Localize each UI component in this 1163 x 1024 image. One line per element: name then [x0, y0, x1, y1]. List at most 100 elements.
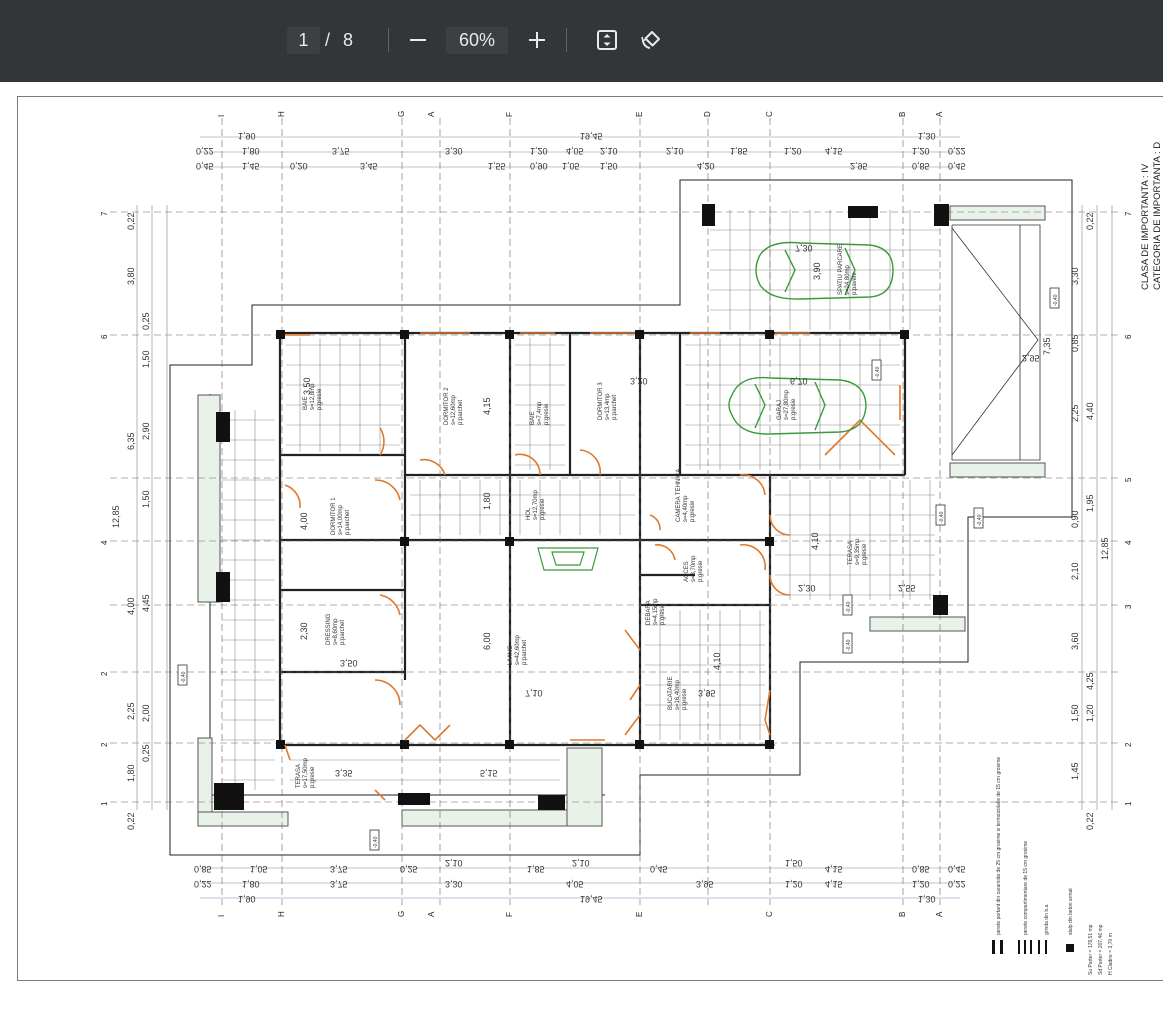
svg-text:p:parchet: p:parchet	[340, 620, 346, 645]
dim-label: 0,85	[194, 864, 212, 874]
svg-text:s=27,80mp: s=27,80mp	[784, 389, 790, 420]
svg-text:HOL: HOL	[526, 507, 532, 520]
dim-label: 4,10	[810, 532, 820, 550]
dim-label: 1,90	[238, 131, 256, 141]
dim-label: 2,55	[898, 583, 916, 593]
svg-text:p:pavele: p:pavele	[852, 272, 858, 295]
dim-label: 0,22	[194, 879, 212, 889]
axis-letters-bottom: I H G A F E C B A	[217, 911, 944, 917]
axis-label: F	[505, 112, 514, 117]
svg-text:s=13,4mp: s=13,4mp	[605, 393, 611, 420]
axis-label: B	[898, 912, 907, 917]
axis-label: I	[217, 115, 226, 117]
dim-label: 4,00	[299, 512, 309, 530]
room-label: ACCES s=3,70mp p:gresie	[684, 555, 704, 582]
room-label: HOL s=12,70mp p:gresie	[526, 489, 546, 520]
level-tag: -0,40	[373, 836, 379, 848]
dim-label: 1,20	[912, 879, 930, 889]
svg-text:s=42,60mp: s=42,60mp	[515, 634, 521, 665]
level-tag-labels: -0,40 -0,40 -0,40 -0,40 -0,40 -0,40 -0,4…	[181, 294, 1059, 848]
dim-label: 1,30	[918, 131, 936, 141]
dim-label: 0,90	[530, 161, 548, 171]
dim-label: 0,45	[948, 161, 966, 171]
dim-label: 0,22	[948, 879, 966, 889]
dim-label: 3,35	[335, 768, 353, 778]
dim-label: 0,22	[1085, 812, 1095, 830]
dim-label: 0,25	[400, 864, 418, 874]
legend-total: H Cladire = 3,70 m	[1108, 933, 1114, 975]
svg-text:s=4,40mp: s=4,40mp	[683, 495, 689, 522]
level-tag: -0,40	[846, 639, 852, 651]
svg-text:BAIE: BAIE	[303, 396, 309, 410]
axis-number: 2	[1124, 742, 1133, 747]
svg-text:p:parchet: p:parchet	[345, 510, 351, 535]
dim-label: 1,20	[785, 879, 803, 889]
dim-label: 2,90	[141, 422, 151, 440]
dim-label: 1,90	[238, 894, 256, 904]
dim-label: 7,30	[795, 243, 813, 253]
svg-text:GARAJ: GARAJ	[777, 400, 783, 420]
axis-number: 2	[100, 671, 109, 676]
legend-item: perete compartimentare de 15 cm grosime	[1023, 841, 1029, 935]
dim-label: 3,30	[445, 146, 463, 156]
room-label: DRESSING s=8,60mp p:parchet	[326, 613, 346, 645]
room-label: CAMERA TEHNICA s=4,40mp p:gresie	[676, 469, 696, 522]
axis-number: 1	[1124, 801, 1133, 806]
dim-label: 3,30	[445, 879, 463, 889]
dim-label: 0,22	[126, 812, 136, 830]
dim-label: 1,50	[1070, 704, 1080, 722]
axis-numbers-right: 7 6 5 4 3 2 1	[1124, 211, 1133, 806]
dim-label: 0,85	[912, 864, 930, 874]
dim-label: 4,15	[825, 864, 843, 874]
room-label: SPATIU PARCARE s=24,80mp p:pavele	[838, 244, 858, 295]
svg-text:DRESSING: DRESSING	[326, 613, 332, 645]
svg-text:TERASA: TERASA	[296, 764, 302, 788]
room-label: LIVING s=42,60mp p:parchet	[508, 634, 528, 665]
legend-total: Su Parter = 178,51 mp	[1088, 924, 1094, 975]
svg-text:s=8,60mp: s=8,60mp	[333, 618, 339, 645]
dim-label: 4,15	[825, 879, 843, 889]
svg-text:p:gresie: p:gresie	[698, 560, 704, 582]
axis-label: G	[397, 111, 406, 117]
svg-text:p:gresie: p:gresie	[862, 543, 868, 565]
svg-text:s=12,60mp: s=12,60mp	[451, 394, 457, 425]
svg-text:BAIE: BAIE	[530, 411, 536, 425]
dim-label: 3,75	[330, 864, 348, 874]
dim-label: 0,45	[650, 864, 668, 874]
dim-label: 1,80	[482, 492, 492, 510]
dim-label: 3,95	[696, 879, 714, 889]
dim-label: 6,70	[790, 376, 808, 386]
dim-label: 2,10	[666, 146, 684, 156]
dim-label: 3,30	[1070, 267, 1080, 285]
dim-label: 2,25	[126, 702, 136, 720]
dim-label: 1,20	[912, 146, 930, 156]
svg-text:p:gresie: p:gresie	[690, 500, 696, 522]
axis-label: A	[935, 911, 944, 917]
dim-label: 0,25	[141, 744, 151, 762]
legend: perete portant din caramida de 25 cm gro…	[996, 757, 1114, 975]
dim-label: 3,75	[332, 146, 350, 156]
dim-label: 1,45	[242, 161, 260, 171]
dim-label: 1,85	[730, 146, 748, 156]
svg-text:ACCES: ACCES	[684, 561, 690, 582]
room-label: BUCATARIE s=16,40mp p:gresie	[668, 677, 688, 710]
svg-text:DORMITOR 3: DORMITOR 3	[598, 382, 604, 420]
axis-label: B	[898, 112, 907, 117]
svg-text:p:parchet: p:parchet	[522, 640, 528, 665]
dim-label: 3,50	[340, 658, 358, 668]
svg-text:p:gresie: p:gresie	[791, 398, 797, 420]
svg-text:p:parchet: p:parchet	[612, 395, 618, 420]
axis-label: G	[397, 911, 406, 917]
bottom-dimension-row-3: 1,90 19,45 1,30	[238, 894, 936, 904]
axis-number: 6	[100, 334, 109, 339]
dim-label: 2,30	[299, 622, 309, 640]
axis-label: I	[217, 915, 226, 917]
room-labels: BAIE s=12,8mp p:gresie DORMITOR 2 s=12,60mp…	[296, 244, 868, 788]
axis-label: D	[703, 111, 712, 117]
dim-label: 1,05	[562, 161, 580, 171]
dim-label: 3,75	[330, 879, 348, 889]
right-dimension-labels: 0,22 3,30 0,85 2,25 4,40 1,95 0,90 12,85…	[1070, 212, 1110, 830]
svg-text:s=9,35mp: s=9,35mp	[855, 538, 861, 565]
dim-label: 1,20	[530, 146, 548, 156]
svg-text:s=24,80mp: s=24,80mp	[845, 264, 851, 295]
